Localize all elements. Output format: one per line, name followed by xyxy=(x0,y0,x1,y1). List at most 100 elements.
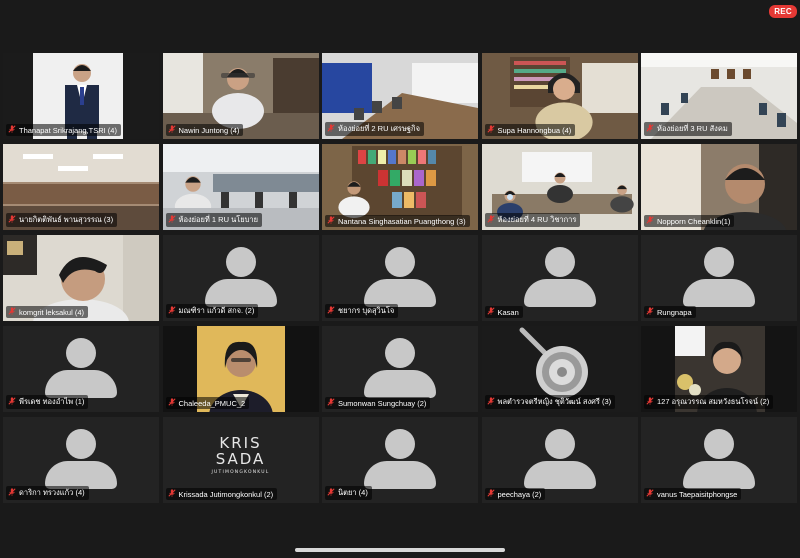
participant-name-label: ห้องย่อยที่ 2 RU เศรษฐกิจ xyxy=(325,122,424,136)
participant-name-label: Rungnapa xyxy=(644,306,696,318)
participant-tile[interactable]: 127 อรุณวรรณ สมหวังธนโรจน์ (2) xyxy=(641,326,797,412)
participant-name-label: vanus Taepaisitphongse xyxy=(644,488,742,500)
participant-name-label: Nopporn Cheanklin(1) xyxy=(644,215,735,227)
muted-mic-icon xyxy=(327,398,335,408)
participant-name-label: Kasan xyxy=(484,306,523,318)
participant-tile[interactable]: ห้องย่อยที่ 4 RU วิชาการ xyxy=(481,144,638,230)
muted-mic-icon xyxy=(8,215,16,225)
participant-name-label: Sumonwan Sungchuay (2) xyxy=(325,397,431,409)
participant-name-label: Krissada Jutimongkonkul (2) xyxy=(165,488,278,500)
muted-mic-icon xyxy=(327,124,335,134)
participant-tile[interactable]: ห้องย่อยที่ 2 RU เศรษฐกิจ xyxy=(322,53,478,139)
default-avatar-icon xyxy=(360,429,440,489)
recording-badge: REC xyxy=(769,5,797,18)
muted-mic-icon xyxy=(646,397,654,407)
default-avatar-icon xyxy=(520,429,600,489)
participant-tile[interactable]: vanus Taepaisitphongse xyxy=(641,417,797,503)
participant-tile[interactable]: ชยากร บุดสุวินโจ xyxy=(322,235,478,321)
muted-mic-icon xyxy=(167,398,176,408)
muted-mic-icon xyxy=(8,488,16,498)
default-avatar-icon xyxy=(41,429,121,489)
muted-mic-icon xyxy=(646,307,654,317)
participant-name: ห้องย่อยที่ 3 RU สังคม xyxy=(657,124,728,133)
participant-name: Rungnapa xyxy=(657,307,692,317)
participant-name: นิตยา (4) xyxy=(338,488,368,497)
participant-name-label: Nawin Juntong (4) xyxy=(165,124,244,136)
participant-name-label: 127 อรุณวรรณ สมหวังธนโรจน์ (2) xyxy=(644,395,774,409)
participant-name: Krissada Jutimongkonkul (2) xyxy=(178,489,274,499)
muted-mic-icon xyxy=(486,397,495,407)
participant-tile[interactable]: peechaya (2) xyxy=(481,417,638,503)
participant-tile[interactable]: ห้องย่อยที่ 1 RU นโยบาย xyxy=(162,144,319,230)
participant-name: นายกิตติพันธ์ พานสุวรรณ (3) xyxy=(19,215,114,224)
muted-mic-icon xyxy=(327,306,335,316)
participant-name: vanus Taepaisitphongse xyxy=(657,489,738,499)
participant-tile[interactable]: Rungnapa xyxy=(641,235,797,321)
participant-name-label: peechaya (2) xyxy=(484,488,546,500)
participant-name-label: ห้องย่อยที่ 4 RU วิชาการ xyxy=(484,213,581,227)
muted-mic-icon xyxy=(167,489,176,499)
participant-name: Kasan xyxy=(497,307,519,317)
muted-mic-icon xyxy=(8,125,16,135)
participant-tile[interactable]: Thanapat Srikrajang,TSRI (4) xyxy=(3,53,159,139)
participant-name-label: ห้องย่อยที่ 1 RU นโยบาย xyxy=(165,213,263,227)
default-avatar-icon xyxy=(520,247,600,307)
muted-mic-icon xyxy=(646,489,654,499)
participant-tile[interactable]: ดาริกา ทรวงแก้ว (4) xyxy=(3,417,159,503)
participant-tile[interactable]: Nawin Juntong (4) xyxy=(162,53,319,139)
muted-mic-icon xyxy=(167,125,176,135)
participant-name: ดาริกา ทรวงแก้ว (4) xyxy=(19,488,85,497)
default-avatar-icon xyxy=(201,247,281,307)
participant-tile[interactable]: Sumonwan Sungchuay (2) xyxy=(322,326,478,412)
participant-name: ห้องย่อยที่ 1 RU นโยบาย xyxy=(178,215,259,224)
participant-name-label: ห้องย่อยที่ 3 RU สังคม xyxy=(644,122,732,136)
muted-mic-icon xyxy=(327,488,335,498)
default-avatar-icon xyxy=(679,247,759,307)
participant-name-label: komgrit leksakul (4) xyxy=(6,306,89,318)
participant-tile[interactable]: Chaleeda_PMUC_2 xyxy=(162,326,319,412)
participant-name-label: ชยากร บุดสุวินโจ xyxy=(325,304,399,318)
home-indicator[interactable] xyxy=(295,548,505,552)
participant-tile[interactable]: Nopporn Cheanklin(1) xyxy=(641,144,797,230)
participant-name-label: นิตยา (4) xyxy=(325,486,372,500)
muted-mic-icon xyxy=(486,489,495,499)
participant-name: มณฑิรา แก้วดี สกจ. (2) xyxy=(178,306,255,315)
muted-mic-icon xyxy=(486,307,495,317)
participant-tile[interactable]: KRIS SADA JUTIMONGKONKUL Krissada Jutimongk… xyxy=(162,417,319,503)
default-avatar-icon xyxy=(360,338,440,398)
muted-mic-icon xyxy=(167,215,176,225)
participant-tile[interactable]: Nantana Singhasatian Puangthong (3) xyxy=(322,144,478,230)
participant-name: Supa Hannongbua (4) xyxy=(497,125,572,135)
participant-tile[interactable]: นายกิตติพันธ์ พานสุวรรณ (3) xyxy=(3,144,159,230)
participant-name: ห้องย่อยที่ 2 RU เศรษฐกิจ xyxy=(338,124,420,133)
muted-mic-icon xyxy=(167,306,176,316)
participant-tile[interactable]: ห้องย่อยที่ 3 RU สังคม xyxy=(641,53,797,139)
participant-name: peechaya (2) xyxy=(497,489,542,499)
participant-tile[interactable]: มณฑิรา แก้วดี สกจ. (2) xyxy=(162,235,319,321)
participant-name-label: มณฑิรา แก้วดี สกจ. (2) xyxy=(165,304,259,318)
muted-mic-icon xyxy=(646,124,654,134)
participant-tile[interactable]: Supa Hannongbua (4) xyxy=(481,53,638,139)
muted-mic-icon xyxy=(486,125,495,135)
participant-name: Nopporn Cheanklin(1) xyxy=(657,216,731,226)
muted-mic-icon xyxy=(327,216,335,226)
participant-name: Sumonwan Sungchuay (2) xyxy=(338,398,427,408)
default-avatar-icon xyxy=(41,338,121,398)
participant-name: Thanapat Srikrajang,TSRI (4) xyxy=(19,125,117,135)
participant-name-label: Thanapat Srikrajang,TSRI (4) xyxy=(6,124,121,136)
participant-name-label: Supa Hannongbua (4) xyxy=(484,124,576,136)
participant-name-label: Chaleeda_PMUC_2 xyxy=(165,397,250,409)
participant-tile[interactable]: Kasan xyxy=(481,235,638,321)
default-avatar-icon xyxy=(360,247,440,307)
participant-name: komgrit leksakul (4) xyxy=(19,307,85,317)
participant-name-label: ดาริกา ทรวงแก้ว (4) xyxy=(6,486,89,500)
participant-tile[interactable]: komgrit leksakul (4) xyxy=(3,235,159,321)
muted-mic-icon xyxy=(646,216,654,226)
participant-tile[interactable]: นิตยา (4) xyxy=(322,417,478,503)
muted-mic-icon xyxy=(8,397,16,407)
muted-mic-icon xyxy=(8,307,16,317)
participant-tile[interactable]: พีรเดช ทองอำไพ (1) xyxy=(3,326,159,412)
participant-tile[interactable]: พลตำรวจตรีหญิง ชุติวัฒน์ สงศรี (3) xyxy=(481,326,638,412)
participant-grid: Thanapat Srikrajang,TSRI (4) Nawin Junto… xyxy=(3,53,797,504)
participant-name: 127 อรุณวรรณ สมหวังธนโรจน์ (2) xyxy=(657,397,770,406)
